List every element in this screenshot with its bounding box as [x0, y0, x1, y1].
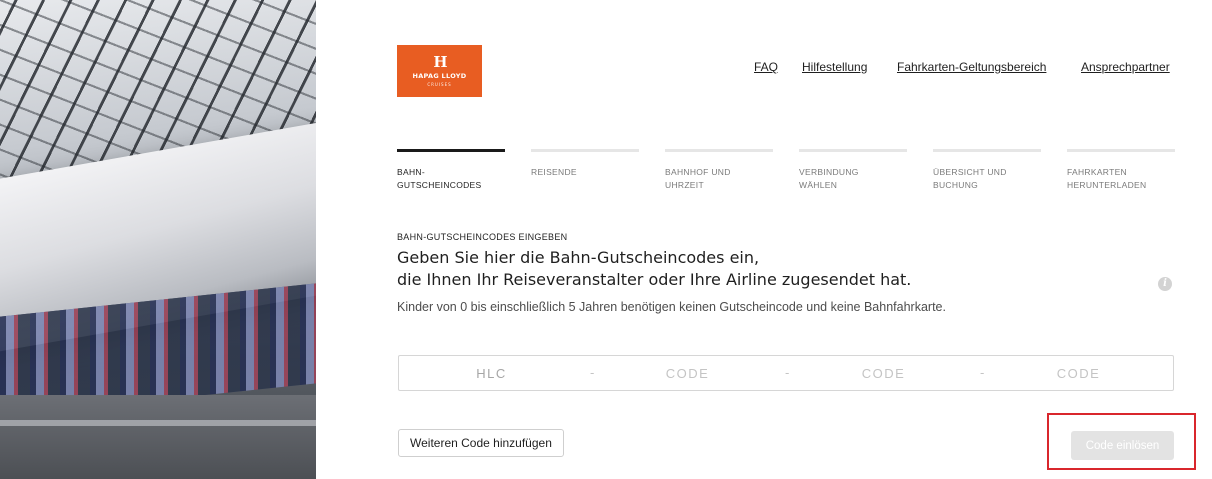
info-icon[interactable]: i	[1158, 277, 1172, 291]
children-hint: Kinder von 0 bis einschließlich 5 Jahren…	[397, 300, 946, 314]
step-bar	[1067, 149, 1175, 152]
step-label: VERBINDUNG WÄHLEN	[799, 167, 859, 190]
step-uebersicht-und-buchung[interactable]: ÜBERSICHT UND BUCHUNG	[933, 149, 1041, 192]
logo-sub: CRUISES	[427, 82, 452, 87]
step-label: ÜBERSICHT UND BUCHUNG	[933, 167, 1007, 190]
code-prefix-input[interactable]	[399, 356, 584, 390]
nav-link-fahrkarten-geltungsbereich[interactable]: Fahrkarten-Geltungsbereich	[897, 60, 1046, 74]
add-code-button[interactable]: Weiteren Code hinzufügen	[398, 429, 564, 457]
step-reisende[interactable]: REISENDE	[531, 149, 639, 179]
step-label: REISENDE	[531, 167, 577, 177]
step-bar	[799, 149, 907, 152]
step-bahn-gutscheincodes[interactable]: BAHN- GUTSCHEINCODES	[397, 149, 505, 192]
step-bar	[397, 149, 505, 152]
headline-line-1: Geben Sie hier die Bahn-Gutscheincodes e…	[397, 248, 760, 267]
redeem-code-button[interactable]: Code einlösen	[1071, 431, 1174, 460]
step-bahnhof-und-uhrzeit[interactable]: BAHNHOF UND UHRZEIT	[665, 149, 773, 192]
code-separator: -	[590, 365, 595, 380]
step-bar	[665, 149, 773, 152]
nav-link-faq[interactable]: FAQ	[754, 60, 778, 74]
code-segment-2-input[interactable]	[791, 356, 976, 390]
nav-link-hilfestellung[interactable]: Hilfestellung	[802, 60, 867, 74]
headline-line-2: die Ihnen Ihr Reiseveranstalter oder Ihr…	[397, 270, 912, 289]
step-label: BAHN- GUTSCHEINCODES	[397, 167, 482, 190]
code-separator: -	[980, 365, 985, 380]
logo-mark: H	[433, 53, 447, 71]
code-separator: -	[785, 365, 790, 380]
platform-stripe	[0, 420, 316, 426]
brand-logo[interactable]: H HAPAG LLOYD CRUISES	[397, 45, 482, 97]
platform	[0, 395, 316, 479]
step-fahrkarten-herunterladen[interactable]: FAHRKARTEN HERUNTERLADEN	[1067, 149, 1175, 192]
hero-image	[0, 0, 316, 479]
step-bar	[531, 149, 639, 152]
section-kicker: BAHN-GUTSCHEINCODES EINGEBEN	[397, 232, 568, 242]
step-label: FAHRKARTEN HERUNTERLADEN	[1067, 167, 1147, 190]
voucher-code-input-group: - - -	[398, 355, 1174, 391]
code-segment-3-input[interactable]	[986, 356, 1171, 390]
step-label: BAHNHOF UND UHRZEIT	[665, 167, 731, 190]
nav-link-ansprechpartner[interactable]: Ansprechpartner	[1081, 60, 1170, 74]
page-headline: Geben Sie hier die Bahn-Gutscheincodes e…	[397, 247, 911, 291]
step-bar	[933, 149, 1041, 152]
logo-name: HAPAG LLOYD	[412, 72, 467, 80]
code-segment-1-input[interactable]	[595, 356, 780, 390]
step-verbindung-waehlen[interactable]: VERBINDUNG WÄHLEN	[799, 149, 907, 192]
